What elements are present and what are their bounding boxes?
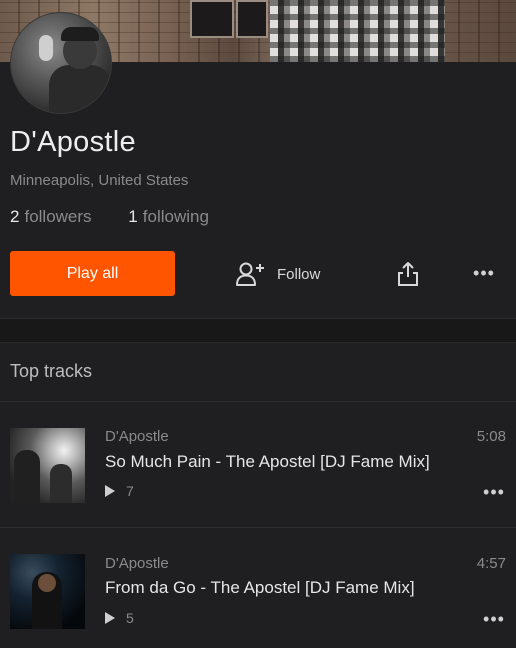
banner-figure-shade [270,0,445,62]
track-duration: 4:57 [476,555,506,572]
track-row[interactable]: D'Apostle From da Go - The Apostel [DJ F… [0,528,516,648]
track-row[interactable]: D'Apostle So Much Pain - The Apostel [DJ… [0,402,516,522]
section-divider [0,318,516,343]
track-artwork [10,554,85,629]
top-tracks-heading: Top tracks [10,361,93,381]
following-label: following [142,207,209,226]
track-more-button[interactable]: ••• [480,482,508,502]
track-artist: D'Apostle [105,555,169,572]
play-count: 7 [126,483,134,499]
play-icon [105,612,115,624]
more-icon: ••• [483,481,505,502]
followers-label: followers [24,207,92,226]
share-icon [398,262,418,286]
add-user-icon [236,262,264,286]
more-icon: ••• [483,608,505,629]
avatar[interactable] [10,12,112,114]
follow-button[interactable]: Follow [235,258,320,290]
track-title: So Much Pain - The Apostel [DJ Fame Mix] [105,452,430,471]
follow-label: Follow [277,265,321,283]
track-title: From da Go - The Apostel [DJ Fame Mix] [105,578,415,597]
banner-window [236,0,268,38]
following-link[interactable]: 1 following [128,207,209,226]
more-icon: ••• [473,262,495,283]
followers-count: 2 [10,207,20,226]
track-plays: 5 [105,610,134,626]
share-button[interactable] [394,259,422,289]
banner-window [190,0,234,38]
track-duration: 5:08 [476,428,506,445]
profile-name: D'Apostle [10,126,136,158]
following-count: 1 [128,207,138,226]
profile-stats: 2 followers 1 following [10,207,209,227]
play-all-button[interactable]: Play all [10,251,175,296]
play-count: 5 [126,610,134,626]
followers-link[interactable]: 2 followers [10,207,96,226]
more-options-button[interactable]: ••• [470,263,498,283]
profile-location: Minneapolis, United States [10,172,189,189]
track-artist: D'Apostle [105,428,169,445]
track-more-button[interactable]: ••• [480,609,508,629]
play-icon [105,485,115,497]
track-artwork [10,428,85,503]
track-plays: 7 [105,483,134,499]
